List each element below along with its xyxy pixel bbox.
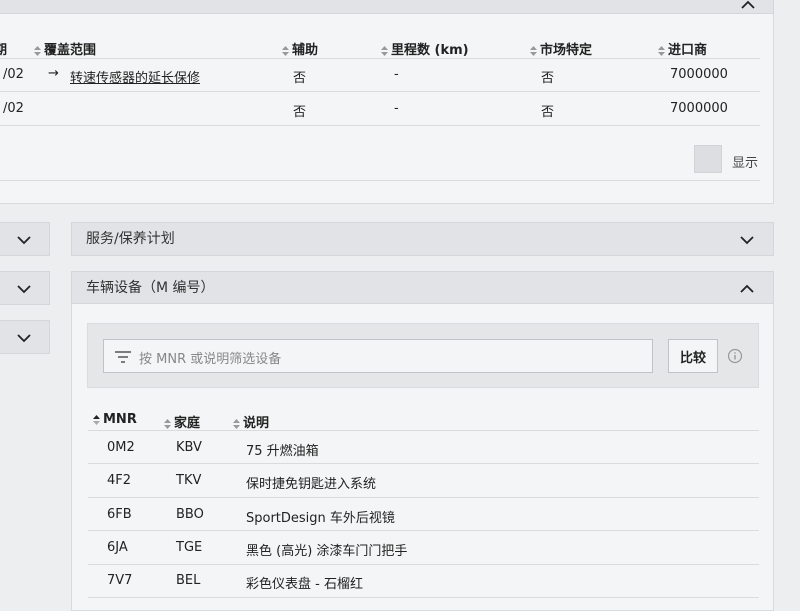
compare-button[interactable]: 比较 [668,339,718,373]
col-header-coverage[interactable]: 覆盖范围 [33,39,96,58]
show-label: 显示 [732,156,759,171]
left-panel-3[interactable] [0,320,50,354]
row-divider [0,125,760,126]
chevron-up-icon[interactable] [737,0,759,15]
cell-aux: 否 [293,105,307,120]
cell-description: 保时捷免钥匙进入系统 [246,477,377,492]
cell-mnr: 7V7 [107,573,133,588]
chevron-down-icon[interactable] [13,229,35,251]
chevron-down-icon[interactable] [13,327,35,349]
cell-mnr: 4F2 [107,473,132,488]
cell-market: 否 [541,105,555,120]
filter-input[interactable]: 按 MNR 或说明筛选设备 [103,339,653,373]
sort-icon [34,45,41,56]
cell-family: BBO [176,507,204,522]
cell-family: TKV [176,473,202,488]
cell-description: SportDesign 车外后视镜 [246,511,395,526]
info-icon[interactable] [727,348,743,368]
left-panel-1[interactable] [0,222,50,256]
sort-icon [164,418,171,429]
col-header-market[interactable]: 市场特定 [529,39,592,58]
cell-description: 彩色仪表盘 - 石榴红 [246,577,363,592]
cell-mileage: - [394,101,399,116]
row-divider [88,463,759,464]
row-divider [88,597,759,598]
col-header-mnr[interactable]: MNR [92,412,137,427]
coverage-panel-header[interactable] [0,0,774,14]
cell-importer: 7000000 [670,101,728,116]
row-divider [88,530,759,531]
cell-mileage: - [394,67,399,82]
arrow-right-icon: → [48,66,59,81]
show-checkbox[interactable] [694,145,722,173]
filter-icon [114,349,132,368]
cell-aux: 否 [293,71,307,86]
cell-description: 75 升燃油箱 [246,444,319,459]
row-divider [88,564,759,565]
cell-family: TGE [176,540,203,555]
cell-mnr: 6FB [107,507,132,522]
equipment-section-header[interactable]: 车辆设备（M 编号） [71,271,774,304]
col-header-importer[interactable]: 进口商 [657,39,707,58]
cell-importer: 7000000 [670,67,728,82]
sort-icon [282,45,289,56]
sort-icon [233,418,240,429]
cell-date: /02 [3,67,24,82]
col-header-mileage[interactable]: 里程数 (km) [380,39,469,58]
cell-family: BEL [176,573,201,588]
chevron-down-icon[interactable] [736,229,758,251]
cell-description: 黑色 (高光) 涂漆车门门把手 [246,544,408,559]
cell-date: /02 [3,101,24,116]
col-header-aux[interactable]: 辅助 [281,39,318,58]
sort-icon [381,45,388,56]
panel-bottom-line [0,180,760,181]
table-divider [0,58,760,59]
cell-market: 否 [541,71,555,86]
cell-family: KBV [176,440,202,455]
coverage-link[interactable]: 转速传感器的延长保修 [70,67,200,86]
sort-asc-icon [93,414,100,425]
cell-mnr: 0M2 [107,440,135,455]
coverage-panel [0,0,774,204]
row-divider [0,91,760,92]
section-title: 服务/保养计划 [86,231,175,247]
service-plan-section[interactable]: 服务/保养计划 [71,222,774,256]
filter-placeholder: 按 MNR 或说明筛选设备 [139,352,282,367]
row-divider [88,497,759,498]
sort-icon [530,45,537,56]
col-header-period[interactable]: 期 [0,39,7,58]
table-divider [88,430,759,431]
cell-mnr: 6JA [107,540,128,555]
left-panel-2[interactable] [0,271,50,305]
col-header-family[interactable]: 家庭 [163,412,200,431]
chevron-down-icon[interactable] [13,278,35,300]
chevron-up-icon[interactable] [736,277,758,299]
section-title: 车辆设备（M 编号） [86,280,215,296]
sort-icon [658,45,665,56]
col-header-description[interactable]: 说明 [232,412,269,431]
